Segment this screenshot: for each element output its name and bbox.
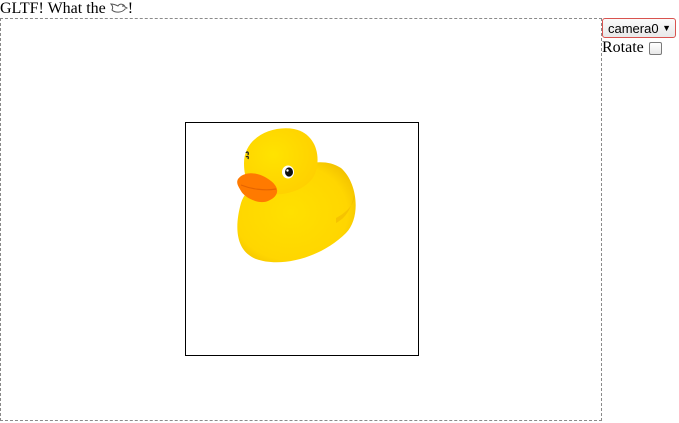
gltf-demo-page: GLTF! What the ! camera0 ▼ Rotate: [0, 0, 679, 423]
page-title: GLTF! What the !: [0, 0, 133, 18]
controls-panel: camera0 ▼ Rotate: [602, 18, 679, 57]
bird-icon: [109, 1, 128, 15]
model-viewport[interactable]: [185, 122, 419, 356]
camera-select[interactable]: camera0 ▼: [602, 18, 676, 38]
title-suffix: !: [127, 0, 134, 17]
duck-model: [237, 128, 356, 263]
title-prefix: GLTF! What the: [0, 0, 110, 17]
chevron-down-icon: ▼: [662, 23, 671, 33]
rotate-label: Rotate: [602, 39, 644, 56]
render-canvas[interactable]: [0, 18, 602, 421]
rotate-toggle-row: Rotate: [602, 39, 679, 57]
rotate-checkbox[interactable]: [648, 41, 662, 55]
camera-select-value: camera0: [608, 20, 659, 36]
